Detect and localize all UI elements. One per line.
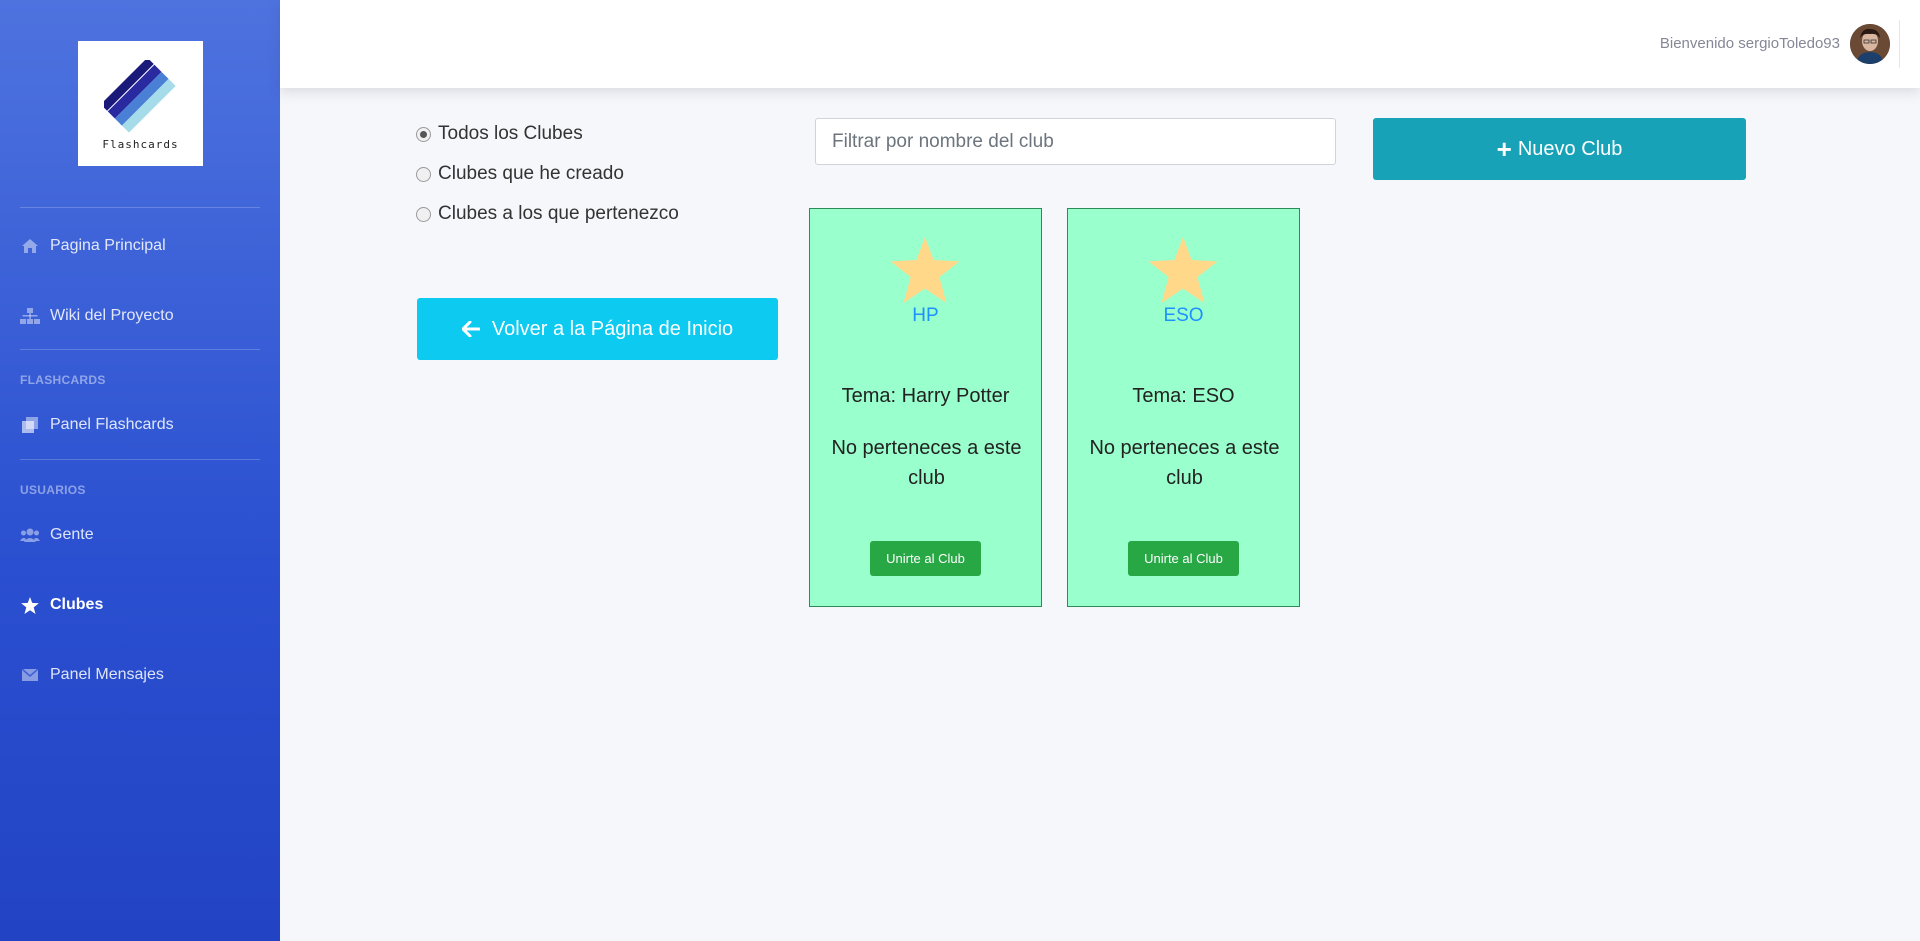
club-tema: Tema: ESO [1132, 385, 1235, 407]
filter-option-label: Clubes que he creado [438, 163, 624, 184]
club-card: ESO Tema: ESO No perteneces a este club … [1067, 208, 1300, 607]
sidebar-heading-flashcards: FLASHCARDS [20, 373, 106, 387]
sidebar: Flashcards Pagina Principal Wiki del Pro… [0, 0, 280, 941]
filter-option-label: Todos los Clubes [438, 123, 583, 144]
club-membership-status: No perteneces a este club [1089, 437, 1280, 489]
back-home-label: Volver a la Página de Inicio [491, 317, 734, 340]
sidebar-divider [20, 349, 260, 350]
welcome-text[interactable]: Bienvenido sergioToledo93 [1660, 35, 1840, 52]
sidebar-item-label: Panel Flashcards [50, 416, 174, 433]
sidebar-heading-usuarios: USUARIOS [20, 483, 86, 497]
brand-logo[interactable]: Flashcards [78, 41, 203, 166]
sitemap-icon [20, 307, 40, 325]
club-name[interactable]: HP [810, 305, 1041, 327]
sidebar-item-label: Wiki del Proyecto [50, 307, 174, 324]
club-star-icon [1148, 237, 1218, 303]
club-name[interactable]: ESO [1068, 305, 1299, 327]
envelope-icon [20, 666, 40, 684]
sidebar-item-pagina-principal[interactable]: Pagina Principal [20, 234, 166, 258]
users-icon [20, 526, 40, 544]
topbar: Bienvenido sergioToledo93 [280, 0, 1920, 88]
new-club-button[interactable]: + Nuevo Club [1373, 118, 1746, 180]
radio-icon[interactable] [416, 166, 431, 182]
sidebar-divider [20, 459, 260, 460]
flashcards-logo-icon [103, 60, 176, 133]
sidebar-item-clubes[interactable]: Clubes [20, 593, 103, 617]
club-star-icon [890, 237, 960, 303]
star-icon [20, 596, 40, 614]
user-avatar-icon [1850, 24, 1890, 64]
back-home-button[interactable]: Volver a la Página de Inicio [417, 298, 778, 360]
club-membership-status: No perteneces a este club [831, 437, 1022, 489]
club-tema: Tema: Harry Potter [841, 385, 1010, 407]
topbar-divider [1899, 20, 1900, 68]
arrow-left-icon [461, 321, 480, 337]
radio-icon[interactable] [416, 206, 431, 222]
sidebar-item-label: Clubes [50, 596, 104, 613]
sidebar-item-gente[interactable]: Gente [20, 523, 94, 547]
sidebar-divider [20, 207, 260, 208]
copy-icon [20, 416, 40, 434]
filter-option-todos[interactable]: Todos los Clubes [416, 123, 583, 145]
plus-icon: + [1496, 134, 1512, 164]
filter-option-pertenezco[interactable]: Clubes a los que pertenezco [416, 203, 679, 225]
filter-option-label: Clubes a los que pertenezco [438, 203, 679, 224]
search-input[interactable] [815, 118, 1336, 165]
radio-checked-icon[interactable] [416, 126, 431, 142]
join-club-button[interactable]: Unirte al Club [870, 541, 981, 576]
home-icon [20, 237, 40, 255]
sidebar-item-label: Pagina Principal [50, 237, 166, 254]
new-club-label: Nuevo Club [1517, 137, 1623, 160]
join-club-button[interactable]: Unirte al Club [1128, 541, 1239, 576]
filter-option-creados[interactable]: Clubes que he creado [416, 163, 624, 185]
brand-name: Flashcards [102, 138, 179, 151]
sidebar-item-label: Panel Mensajes [50, 666, 164, 683]
avatar[interactable] [1850, 24, 1890, 64]
sidebar-item-label: Gente [50, 526, 94, 543]
sidebar-item-wiki[interactable]: Wiki del Proyecto [20, 304, 174, 328]
club-card: HP Tema: Harry Potter No perteneces a es… [809, 208, 1042, 607]
sidebar-item-panel-mensajes[interactable]: Panel Mensajes [20, 663, 164, 687]
sidebar-item-panel-flashcards[interactable]: Panel Flashcards [20, 413, 174, 437]
